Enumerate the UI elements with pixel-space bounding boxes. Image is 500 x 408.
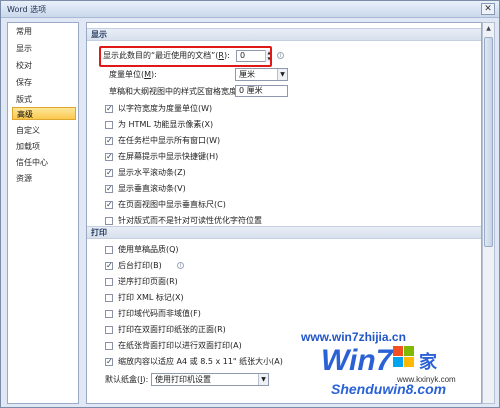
print-option-label: 打印域代码而非域值(F) bbox=[118, 309, 201, 318]
print-checkbox-8[interactable] bbox=[105, 356, 113, 368]
print-option-label: 缩放内容以适应 A4 或 8.5 x 11" 纸张大小(A) bbox=[118, 357, 283, 366]
sidebar-item-layout[interactable]: 版式 bbox=[12, 93, 76, 106]
title-bar: Word 选项 ✕ bbox=[1, 1, 499, 18]
sidebar-item-proofing[interactable]: 校对 bbox=[12, 59, 76, 72]
print-option-label: 打印 XML 标记(X) bbox=[118, 293, 184, 302]
display-option-row: 显示垂直滚动条(V) bbox=[105, 183, 405, 195]
measure-unit-label: 度量单位(M): bbox=[109, 70, 157, 79]
default-tray-select[interactable]: 使用打印机设置 ▼ bbox=[151, 373, 269, 386]
print-checkbox-5[interactable] bbox=[105, 310, 113, 318]
sidebar-item-save[interactable]: 保存 bbox=[12, 76, 76, 89]
display-checkbox-7[interactable] bbox=[105, 199, 113, 211]
print-option-label: 后台打印(B) bbox=[118, 261, 162, 270]
default-tray-label: 默认纸盒(I): bbox=[105, 375, 149, 384]
print-option-label: 逆序打印页面(R) bbox=[118, 277, 178, 286]
print-checkbox-6[interactable] bbox=[105, 326, 113, 334]
watermark-site-url: www.win7zhijia.cn bbox=[301, 330, 406, 344]
section-header-display: 显示 bbox=[87, 28, 481, 41]
sidebar-item-trust-center[interactable]: 信任中心 bbox=[12, 156, 76, 169]
sidebar-item-customize[interactable]: 自定义 bbox=[12, 124, 76, 137]
display-option-row: 以字符宽度为度量单位(W) bbox=[105, 103, 405, 115]
display-checkbox-5[interactable] bbox=[105, 167, 113, 179]
dialog-title: Word 选项 bbox=[7, 5, 47, 14]
print-option-label: 在纸张背面打印以进行双面打印(A) bbox=[118, 341, 242, 350]
chevron-down-icon[interactable]: ▼ bbox=[258, 374, 268, 385]
display-checkbox-6[interactable] bbox=[105, 183, 113, 195]
display-checkbox-4[interactable] bbox=[105, 151, 113, 163]
print-option-row: 使用草稿品质(Q) bbox=[105, 244, 405, 256]
sidebar-item-resources[interactable]: 资源 bbox=[12, 172, 76, 185]
vertical-scrollbar[interactable]: ▲ bbox=[482, 22, 495, 404]
display-option-row: 在页面视图中显示垂直标尺(C) bbox=[105, 199, 405, 211]
windows-flag-icon bbox=[393, 346, 415, 368]
red-highlight-box bbox=[99, 46, 272, 67]
display-option-label: 显示垂直滚动条(V) bbox=[118, 184, 186, 193]
info-icon: i bbox=[277, 52, 284, 59]
sidebar-item-advanced[interactable]: 高级 bbox=[12, 107, 76, 120]
display-checkbox-8[interactable] bbox=[105, 217, 113, 225]
section-header-print: 打印 bbox=[87, 226, 481, 239]
chevron-down-icon[interactable]: ▼ bbox=[277, 69, 287, 80]
print-option-row: 打印 XML 标记(X) bbox=[105, 292, 405, 304]
display-checkbox-3[interactable] bbox=[105, 135, 113, 147]
watermark-logo-text: Win7 bbox=[321, 344, 393, 377]
scroll-thumb[interactable] bbox=[484, 37, 493, 247]
display-option-label: 在任务栏中显示所有窗口(W) bbox=[118, 136, 221, 145]
print-checkbox-1[interactable] bbox=[105, 246, 113, 254]
print-checkbox-4[interactable] bbox=[105, 294, 113, 302]
display-option-label: 在页面视图中显示垂直标尺(C) bbox=[118, 200, 226, 209]
style-width-input[interactable]: 0 厘米 bbox=[235, 85, 288, 97]
sidebar-item-addins[interactable]: 加载项 bbox=[12, 140, 76, 153]
close-button[interactable]: ✕ bbox=[481, 3, 495, 15]
display-option-row: 为 HTML 功能显示像素(X) bbox=[105, 119, 405, 131]
print-option-row: 逆序打印页面(R) bbox=[105, 276, 405, 288]
watermark-site-url-2: www.kxinyk.com bbox=[397, 375, 456, 384]
scroll-up-arrow-icon[interactable]: ▲ bbox=[483, 23, 494, 34]
display-option-label: 为 HTML 功能显示像素(X) bbox=[118, 120, 214, 129]
word-options-dialog: Word 选项 ✕ 常用 显示 校对 保存 版式 高级 自定义 加载项 信任中心… bbox=[0, 0, 500, 408]
print-checkbox-3[interactable] bbox=[105, 278, 113, 286]
display-option-label: 以字符宽度为度量单位(W) bbox=[118, 104, 213, 113]
watermark-logo-suffix: 家 bbox=[419, 352, 437, 373]
display-option-row: 显示水平滚动条(Z) bbox=[105, 167, 405, 179]
print-checkbox-2[interactable] bbox=[105, 260, 113, 272]
print-checkbox-7[interactable] bbox=[105, 342, 113, 350]
sidebar-item-common[interactable]: 常用 bbox=[12, 25, 76, 38]
print-option-label: 打印在双面打印纸张的正面(R) bbox=[118, 325, 226, 334]
print-option-row: 打印域代码而非域值(F) bbox=[105, 308, 405, 320]
options-sidebar: 常用 显示 校对 保存 版式 高级 自定义 加载项 信任中心 资源 bbox=[7, 22, 79, 404]
display-option-row: 在任务栏中显示所有窗口(W) bbox=[105, 135, 405, 147]
sidebar-item-display[interactable]: 显示 bbox=[12, 42, 76, 55]
print-option-row: 后台打印(B) i bbox=[105, 260, 405, 272]
display-option-row: 在屏幕提示中显示快捷键(H) bbox=[105, 151, 405, 163]
display-option-label: 在屏幕提示中显示快捷键(H) bbox=[118, 152, 219, 161]
measure-unit-select[interactable]: 厘米 ▼ bbox=[235, 68, 288, 81]
style-width-label: 草稿和大纲视图中的样式区窗格宽度(E): bbox=[109, 87, 251, 96]
display-option-label: 显示水平滚动条(Z) bbox=[118, 168, 186, 177]
print-option-label: 使用草稿品质(Q) bbox=[118, 245, 179, 254]
info-icon: i bbox=[177, 262, 184, 269]
display-checkbox-2[interactable] bbox=[105, 121, 113, 129]
display-checkbox-1[interactable] bbox=[105, 103, 113, 115]
